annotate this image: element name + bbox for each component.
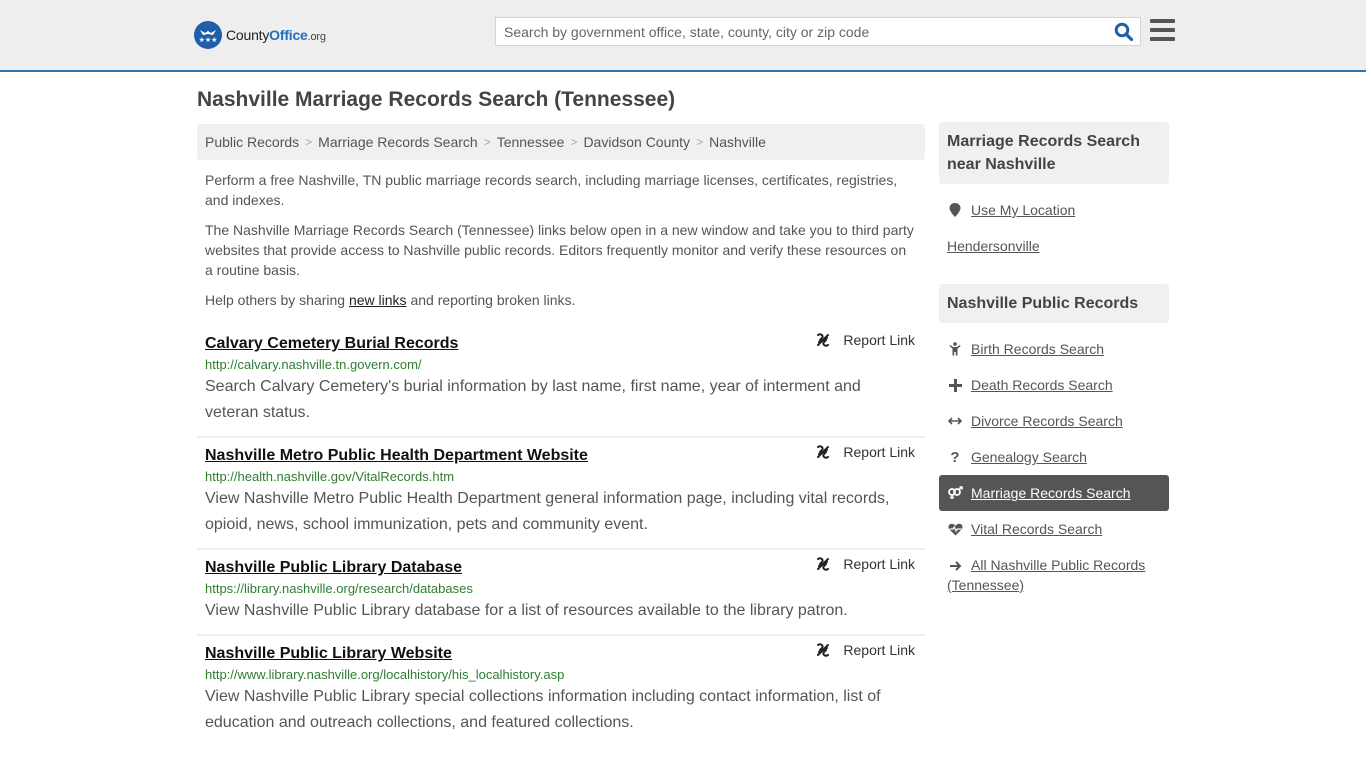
breadcrumb-item[interactable]: Tennessee [497,134,565,150]
map-marker-icon [947,203,963,217]
listing-title-link[interactable]: Nashville Metro Public Health Department… [205,445,588,467]
listing-description: Search Calvary Cemetery's burial informa… [205,378,861,421]
breadcrumb-item[interactable]: Public Records [205,134,299,150]
site-logo[interactable]: ★★★ CountyOffice.org [194,21,326,49]
breadcrumb-separator-icon: > [696,135,704,149]
public-records-heading: Nashville Public Records [939,284,1169,323]
listing-title-link[interactable]: Nashville Public Library Website [205,643,452,665]
broken-link-icon [817,333,830,347]
question-icon: ? [950,448,960,466]
listing-title-link[interactable]: Nashville Public Library Database [205,557,462,579]
venus-mars-icon [947,486,963,500]
list-item: Nashville Metro Public Health Department… [197,438,925,550]
list-item: Nashville Public Library Website Report … [197,636,925,746]
sidebar-item-all-public-records[interactable]: All Nashville Public Records (Tennessee) [939,547,1169,595]
sidebar-link[interactable]: Marriage Records Search [971,485,1131,501]
search-icon [1114,22,1134,42]
breadcrumb-item[interactable]: Marriage Records Search [318,134,478,150]
plus-icon [947,378,963,392]
search-button[interactable] [1114,22,1134,42]
intro-paragraph: The Nashville Marriage Records Search (T… [205,222,914,278]
sidebar-link[interactable]: All Nashville Public Records (Tennessee) [947,557,1145,593]
sidebar-link[interactable]: Death Records Search [971,377,1113,393]
use-my-location-link[interactable]: Use My Location [971,202,1075,218]
breadcrumb: Public Records > Marriage Records Search… [197,124,925,160]
sidebar-item-birth-records[interactable]: Birth Records Search [939,331,1169,367]
listing-url: http://www.library.nashville.org/localhi… [205,667,565,682]
menu-bar [1150,37,1175,41]
nearby-heading: Marriage Records Search near Nashville [939,122,1169,184]
listing-description: View Nashville Public Library database f… [205,602,848,619]
report-link-button[interactable]: Report Link [815,444,915,460]
sidebar-item-vital-records[interactable]: Vital Records Search [939,511,1169,547]
report-link-button[interactable]: Report Link [815,332,915,348]
breadcrumb-item[interactable]: Davidson County [583,134,690,150]
listing-url: http://calvary.nashville.tn.govern.com/ [205,357,422,372]
menu-bar [1150,19,1175,23]
nearby-city-item: Hendersonville [939,228,1169,264]
breadcrumb-item-current[interactable]: Nashville [709,134,766,150]
new-links-link[interactable]: new links [349,292,407,308]
nearby-city-link[interactable]: Hendersonville [947,238,1040,254]
list-item: Nashville Public Library Database Report… [197,550,925,636]
listing-url: https://library.nashville.org/research/d… [205,581,473,596]
use-my-location-item: Use My Location [939,192,1169,228]
sidebar-link[interactable]: Birth Records Search [971,341,1104,357]
broken-link-icon [817,445,830,459]
sidebar-item-marriage-records[interactable]: Marriage Records Search [939,475,1169,511]
sidebar-link[interactable]: Genealogy Search [971,449,1087,465]
sidebar-item-genealogy[interactable]: ? Genealogy Search [939,439,1169,475]
intro-text: Perform a free Nashville, TN public marr… [205,170,917,320]
menu-bar [1150,28,1175,32]
intro-paragraph: Help others by sharing new links and rep… [205,292,576,308]
hamburger-menu-button[interactable] [1150,19,1175,41]
broken-link-icon [817,643,830,657]
breadcrumb-separator-icon: > [570,135,578,149]
page-title: Nashville Marriage Records Search (Tenne… [197,88,676,111]
listing-title-link[interactable]: Calvary Cemetery Burial Records [205,333,458,355]
listing-description: View Nashville Public Library special co… [205,688,881,731]
child-icon [947,342,963,356]
heartbeat-icon [947,523,963,536]
report-link-button[interactable]: Report Link [815,556,915,572]
arrow-right-icon [947,560,963,572]
report-link-button[interactable]: Report Link [815,642,915,658]
eagle-stars-logo-icon: ★★★ [194,21,222,49]
site-header: ★★★ CountyOffice.org [0,0,1366,72]
list-item: Calvary Cemetery Burial Records Report L… [197,326,925,438]
intro-paragraph: Perform a free Nashville, TN public marr… [205,172,898,208]
sidebar-link[interactable]: Divorce Records Search [971,413,1123,429]
svg-text:★★★: ★★★ [199,36,218,44]
search-input[interactable] [496,18,1106,45]
breadcrumb-separator-icon: > [483,135,491,149]
listing-description: View Nashville Metro Public Health Depar… [205,490,890,533]
sidebar-item-death-records[interactable]: Death Records Search [939,367,1169,403]
arrows-horizontal-icon [947,416,963,426]
search-box [495,17,1141,46]
breadcrumb-separator-icon: > [305,135,313,149]
sidebar-link[interactable]: Vital Records Search [971,521,1102,537]
sidebar: Marriage Records Search near Nashville U… [939,122,1169,595]
logo-wordmark: CountyOffice.org [226,27,326,43]
sidebar-item-divorce-records[interactable]: Divorce Records Search [939,403,1169,439]
resource-list: Calvary Cemetery Burial Records Report L… [197,326,925,746]
listing-url: http://health.nashville.gov/VitalRecords… [205,469,455,484]
broken-link-icon [817,557,830,571]
